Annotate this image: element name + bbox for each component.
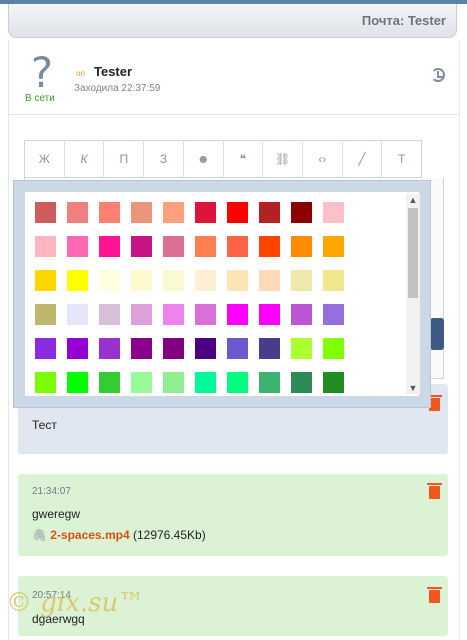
color-swatch[interactable]	[99, 270, 120, 291]
attachment-size: (12976.45Kb)	[132, 528, 206, 542]
swatch-grid	[35, 202, 395, 396]
message-text: gweregw	[32, 507, 81, 521]
color-swatch[interactable]	[259, 270, 280, 291]
color-swatch[interactable]	[35, 372, 56, 393]
last-seen-time: Заходила 22:37:59	[74, 83, 161, 94]
user-bar: ? В сети on Tester Заходила 22:37:59	[8, 42, 458, 115]
color-swatch[interactable]	[195, 202, 216, 223]
color-swatch[interactable]	[67, 304, 88, 325]
user-name[interactable]: Tester	[94, 64, 132, 79]
color-swatch[interactable]	[291, 338, 312, 359]
color-swatch[interactable]	[67, 202, 88, 223]
color-swatch[interactable]	[99, 236, 120, 257]
color-swatch[interactable]	[227, 270, 248, 291]
bold-button[interactable]: Ж	[25, 141, 65, 177]
color-swatch[interactable]	[163, 304, 184, 325]
page-header: Почта: Tester	[8, 4, 457, 38]
color-swatch[interactable]	[291, 270, 312, 291]
color-palette	[25, 192, 419, 396]
color-swatch[interactable]	[291, 202, 312, 223]
palette-scrollbar[interactable]: ▲ ▼	[406, 194, 420, 394]
watermark: © gix.su™	[6, 588, 145, 618]
color-swatch[interactable]	[259, 202, 280, 223]
message-time: 21:34:07	[32, 486, 71, 497]
color-swatch[interactable]	[195, 372, 216, 393]
scroll-down-icon[interactable]: ▼	[406, 382, 420, 394]
color-swatch[interactable]	[131, 372, 152, 393]
color-swatch[interactable]	[291, 236, 312, 257]
color-swatch[interactable]	[323, 372, 344, 393]
color-swatch[interactable]	[67, 236, 88, 257]
color-swatch[interactable]	[259, 236, 280, 257]
avatar[interactable]: ?	[24, 52, 60, 94]
color-swatch[interactable]	[227, 202, 248, 223]
color-swatch[interactable]	[323, 236, 344, 257]
trash-icon[interactable]	[427, 587, 442, 603]
color-palette-popup: ▲ ▼	[13, 180, 431, 408]
color-swatch[interactable]	[131, 304, 152, 325]
strikethrough-button[interactable]: З	[144, 141, 184, 177]
color-swatch[interactable]	[35, 338, 56, 359]
message-text: Тест	[32, 418, 57, 432]
color-swatch[interactable]	[163, 236, 184, 257]
color-swatch[interactable]	[195, 236, 216, 257]
color-swatch[interactable]	[35, 304, 56, 325]
text-size-icon[interactable]: T	[382, 141, 421, 177]
color-swatch[interactable]	[35, 236, 56, 257]
color-pen-icon[interactable]: ╱	[343, 141, 383, 177]
color-swatch[interactable]	[35, 270, 56, 291]
color-swatch[interactable]	[195, 304, 216, 325]
color-swatch[interactable]	[291, 372, 312, 393]
color-swatch[interactable]	[323, 202, 344, 223]
color-swatch[interactable]	[163, 338, 184, 359]
color-swatch[interactable]	[99, 338, 120, 359]
online-indicator: on	[76, 69, 85, 78]
color-swatch[interactable]	[67, 372, 88, 393]
color-swatch[interactable]	[67, 270, 88, 291]
color-swatch[interactable]	[323, 304, 344, 325]
color-swatch[interactable]	[131, 270, 152, 291]
color-swatch[interactable]	[35, 202, 56, 223]
color-swatch[interactable]	[227, 372, 248, 393]
send-button[interactable]	[430, 318, 444, 350]
history-icon[interactable]	[431, 68, 445, 82]
link-icon[interactable]: ⛓	[263, 141, 303, 177]
italic-button[interactable]: К	[65, 141, 105, 177]
color-swatch[interactable]	[259, 304, 280, 325]
color-swatch[interactable]	[259, 338, 280, 359]
color-swatch[interactable]	[131, 202, 152, 223]
code-icon[interactable]: ‹›	[303, 141, 343, 177]
color-swatch[interactable]	[323, 338, 344, 359]
color-swatch[interactable]	[99, 304, 120, 325]
color-swatch[interactable]	[99, 202, 120, 223]
color-swatch[interactable]	[227, 304, 248, 325]
color-swatch[interactable]	[195, 270, 216, 291]
color-swatch[interactable]	[227, 236, 248, 257]
message-outgoing: 21:34:07 gweregw 🖇 2-spaces.mp4 (12976.45…	[18, 474, 448, 556]
color-swatch[interactable]	[195, 338, 216, 359]
color-swatch[interactable]	[99, 372, 120, 393]
color-swatch[interactable]	[323, 270, 344, 291]
attachment-link[interactable]: 2-spaces.mp4	[50, 528, 129, 542]
quote-icon[interactable]: ❝	[224, 141, 264, 177]
color-swatch[interactable]	[67, 338, 88, 359]
scroll-thumb[interactable]	[408, 208, 418, 298]
color-swatch[interactable]	[227, 338, 248, 359]
color-swatch[interactable]	[259, 372, 280, 393]
color-swatch[interactable]	[131, 338, 152, 359]
trash-icon[interactable]	[427, 483, 442, 499]
color-swatch[interactable]	[163, 372, 184, 393]
color-swatch[interactable]	[163, 270, 184, 291]
color-swatch[interactable]	[131, 236, 152, 257]
color-swatch[interactable]	[163, 202, 184, 223]
scroll-up-icon[interactable]: ▲	[406, 194, 420, 206]
formatting-toolbar: Ж К П З ☻ ❝ ⛓ ‹› ╱ T	[24, 140, 422, 178]
page-title: Почта: Tester	[361, 13, 446, 28]
color-swatch[interactable]	[291, 304, 312, 325]
online-status: В сети	[25, 93, 55, 104]
smiley-icon[interactable]: ☻	[184, 141, 224, 177]
underline-button[interactable]: П	[104, 141, 145, 177]
paperclip-icon: 🖇	[32, 528, 48, 542]
attachment: 🖇 2-spaces.mp4 (12976.45Kb)	[32, 528, 206, 542]
